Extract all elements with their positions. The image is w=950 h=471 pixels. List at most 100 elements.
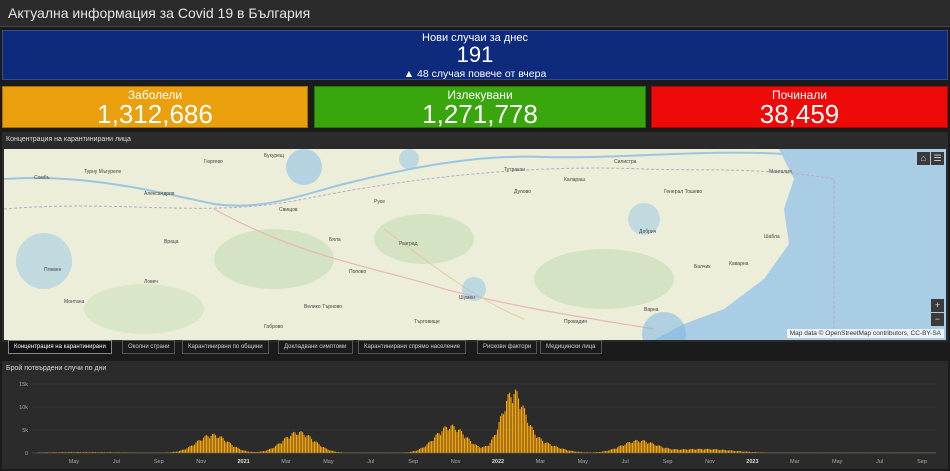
map-attribution[interactable]: Map data © OpenStreetMap contributors, C… [786,329,944,338]
chart-bar [512,402,514,453]
city-label: Свищов [279,207,298,213]
recovered-panel: Излекувани 1,271,778 [314,86,646,128]
chart-bar [303,434,305,453]
chart-bar [486,445,488,453]
chart-bar [279,443,281,453]
page-title: Актуална информация за Covid 19 в Българ… [8,5,311,21]
chart-bar [314,441,316,453]
chart-bar [224,440,226,453]
chart-bar [242,450,244,453]
chart-bar [557,446,559,453]
tab-medical-staff[interactable]: Медицински лица [540,340,602,354]
x-tick-label: Nov [196,459,206,465]
x-tick-label: Sep [154,459,164,465]
chart-bar [285,436,287,453]
chart-bar [684,449,686,453]
chart-bar [270,448,272,453]
chart-bar [200,440,202,453]
chart-bar [291,433,293,453]
city-label: Варна [644,307,659,313]
x-tick-label: 2023 [746,459,758,465]
city-label: Враца [164,239,179,245]
tab-risk-factors[interactable]: Рискови фактори [477,340,538,354]
zoom-out-button[interactable]: − [931,313,944,326]
chart-bar [620,445,622,453]
chart-bar [519,408,521,453]
chart-bar [414,450,416,453]
x-tick-label: Sep [917,459,927,465]
y-tick-label: 15k [19,382,28,388]
chart-bar [707,448,709,453]
tab-neighbor-countries[interactable]: Околни страни [122,340,176,354]
chart-bar [204,435,206,453]
city-label: Шабла [764,234,780,240]
chart-bar [543,443,545,453]
chart-bar [329,450,331,453]
chart-bar [554,445,556,453]
chart-bar [197,440,199,453]
chart-bar [428,442,430,453]
new-cases-panel: Нови случаи за днес 191 ▲ 48 случая пове… [2,30,948,80]
chart-bar [510,397,512,453]
chart-bar [206,435,208,453]
chart-bar [632,442,634,453]
chart-bar [494,435,496,453]
app-header: Актуална информация за Covid 19 в Българ… [0,0,950,27]
x-tick-label: Mar [281,459,291,465]
chart-bar [633,440,635,453]
chart-bar [713,449,715,453]
map-view[interactable]: Сомбъ Турну Мъгуреле Гюргево Букурещ Але… [4,149,946,340]
x-tick-label: Mar [790,459,800,465]
chart-bar [638,441,640,453]
chart-bar [449,428,451,453]
chart-bar [426,444,428,453]
chart-bar [540,438,542,453]
chart-bar [705,448,707,453]
chart-bar [623,445,625,453]
chart-bar [698,448,700,453]
chart-bar [702,449,704,453]
layer-list-button[interactable]: ☰ [931,152,944,165]
chart-bar [272,448,274,453]
chart-bar [695,449,697,453]
city-label: Шумен [459,295,476,301]
chart-bar [665,447,667,453]
chart-bar [453,426,455,453]
chart-bar [237,447,239,453]
chart-bar [417,450,419,453]
chart-bar [524,408,526,453]
chart-bar [504,411,506,453]
home-button[interactable]: ⌂ [917,152,930,165]
y-tick-label: 5k [22,428,28,434]
chart-bar [680,449,682,453]
chart-bar [321,446,323,453]
chart-bar [212,433,214,453]
x-tick-label: May [578,459,589,465]
chart-bar [311,438,313,453]
daily-cases-chart[interactable]: 0 5k 10k 15k May Jul Sep Nov 2021 Mar May Jul Sep Nov… [2,361,948,469]
chart-bar [678,449,680,453]
tab-reported-symptoms[interactable]: Докладвани симптоми [278,340,353,354]
chart-bar [548,442,550,453]
chart-bar [617,447,619,453]
chart-bar [323,447,325,453]
tab-quarantine-vs-population[interactable]: Карантинирани спрямо население [358,340,467,354]
chart-bar [438,433,440,453]
chart-bar [186,448,188,453]
chart-bar [489,442,491,453]
chart-bar [309,436,311,453]
chart-bar [465,437,467,453]
chart-bar [191,445,193,453]
infected-value: 1,312,686 [97,99,213,129]
chart-bar [225,442,227,453]
tab-quarantine-by-municipality[interactable]: Карантинирани по общини [182,340,269,354]
zoom-in-button[interactable]: + [931,299,944,312]
chart-bar [290,436,292,453]
chart-bar [234,446,236,453]
city-label: Тутракан [504,167,525,173]
chart-bar [668,448,670,453]
x-tick-label: Mar [536,459,546,465]
chart-bar [509,392,511,453]
tab-quarantine-concentration[interactable]: Концентрация на карантинирани [8,340,112,354]
chart-bar [605,450,607,453]
